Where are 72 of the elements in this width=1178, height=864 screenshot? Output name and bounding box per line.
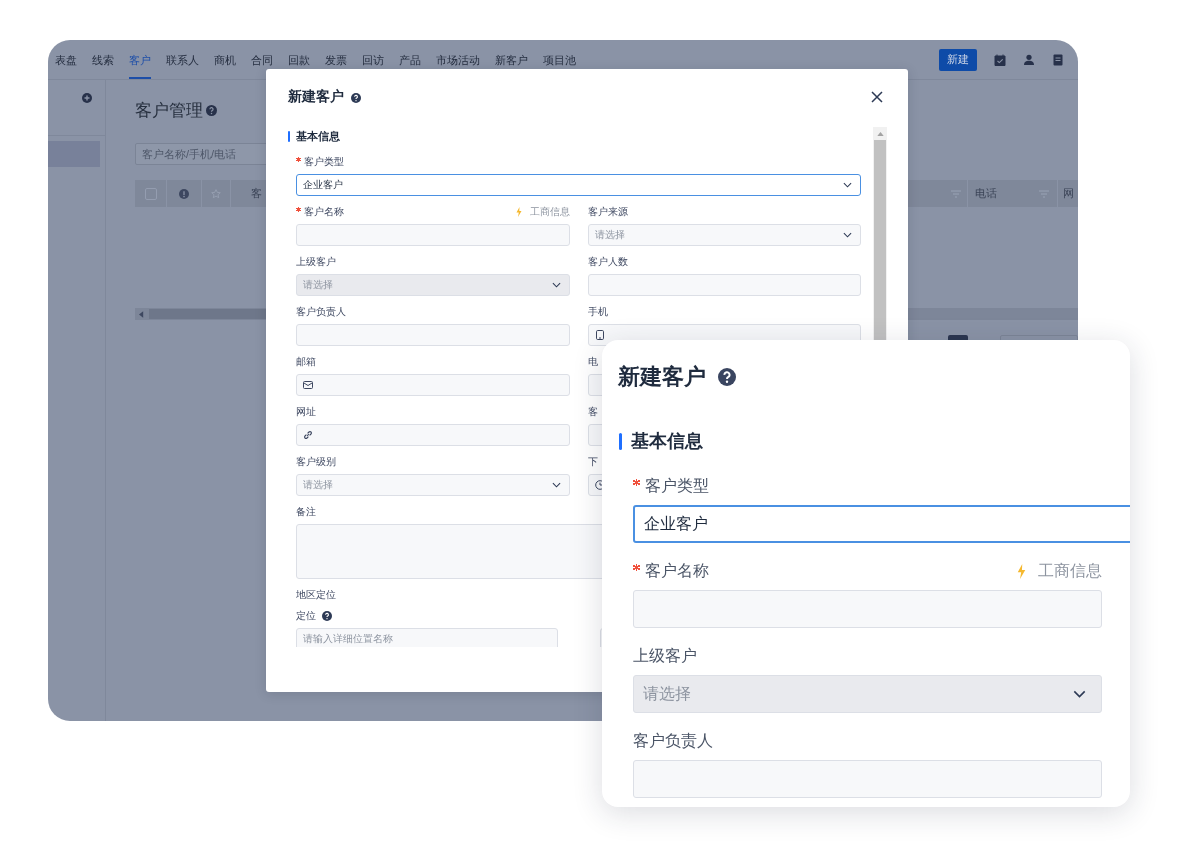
business-info-link[interactable]: 工商信息 [530,205,570,219]
group-label: 地区定位 [296,588,337,602]
chevron-down-icon [552,282,561,288]
nav-tab[interactable]: 联系人 [166,40,199,79]
input-field[interactable]: 请输入详细位置名称 [296,628,558,647]
info-icon [179,188,189,199]
field-label: 定位 [296,609,316,623]
input-field[interactable]: 企业客户 [633,505,1130,543]
help-icon[interactable] [322,611,332,621]
nav-tab[interactable]: 表盘 [55,40,77,79]
close-icon[interactable] [871,91,883,103]
nav-tab[interactable]: 客户 [129,40,151,79]
dialog-title: 新建客户 [288,88,344,106]
lightning-icon [516,207,522,217]
business-info-link[interactable]: 工商信息 [1038,560,1102,582]
document-icon[interactable] [1052,53,1064,66]
nav-tab[interactable]: 合同 [251,40,273,79]
scroll-left-icon[interactable] [139,310,144,318]
chevron-down-icon [843,182,852,188]
scroll-up-icon[interactable] [876,132,884,136]
field-label: 邮箱 [296,355,316,369]
field-label: 网址 [296,405,316,419]
column-header: 网 [1063,186,1074,201]
field-label: 客户名称 [633,560,709,582]
field-label: 电 [588,355,598,369]
field-label: 客户类型 [296,155,344,169]
phone-icon [595,330,605,340]
nav-tab[interactable]: 线索 [92,40,114,79]
page-title: 客户管理 [135,99,203,122]
sidebar-item[interactable] [48,141,100,167]
field-label: 备注 [296,505,316,519]
new-button[interactable]: 新建 [939,48,977,71]
field-label: 客户级别 [296,455,336,469]
dialog-title: 新建客户 [618,363,706,391]
select-field[interactable]: 请选择 [588,224,861,246]
input-field[interactable] [296,374,570,396]
input-field[interactable] [296,324,570,346]
input-field[interactable] [296,224,570,246]
field-label: 客 [588,405,598,419]
section-title: 基本信息 [296,128,340,144]
select-field[interactable]: 企业客户 [296,174,861,196]
input-field[interactable] [633,590,1102,628]
add-icon[interactable] [82,93,92,103]
calendar-check-icon[interactable] [994,53,1006,66]
field-label: 下 [588,455,598,469]
chevron-down-icon [843,232,852,238]
chevron-down-icon [1073,690,1086,698]
help-icon[interactable] [718,368,736,386]
field-label: 客户名称 [296,205,344,219]
lightning-icon [1017,563,1026,579]
field-label: 客户人数 [588,255,628,269]
help-icon[interactable] [351,93,361,103]
field-label: 客户类型 [633,475,709,497]
field-label: 客户来源 [588,205,628,219]
input-field[interactable] [588,274,861,296]
user-icon[interactable] [1023,53,1035,66]
input-field[interactable] [296,424,570,446]
select-field[interactable]: 请选择 [296,474,570,496]
link-icon [303,430,313,440]
column-header: 客 [251,186,262,201]
input-field[interactable] [633,760,1102,798]
clock-icon [595,480,605,490]
field-label: 客户负责人 [296,305,346,319]
column-header: 电话 [975,186,997,201]
section-title: 基本信息 [631,430,703,453]
field-label: 上级客户 [296,255,336,269]
mail-icon [303,380,313,390]
field-label: 手机 [588,305,608,319]
field-label: 上级客户 [633,645,697,666]
field-label: 客户负责人 [633,730,713,751]
chevron-down-icon [552,482,561,488]
nav-tab[interactable]: 商机 [214,40,236,79]
